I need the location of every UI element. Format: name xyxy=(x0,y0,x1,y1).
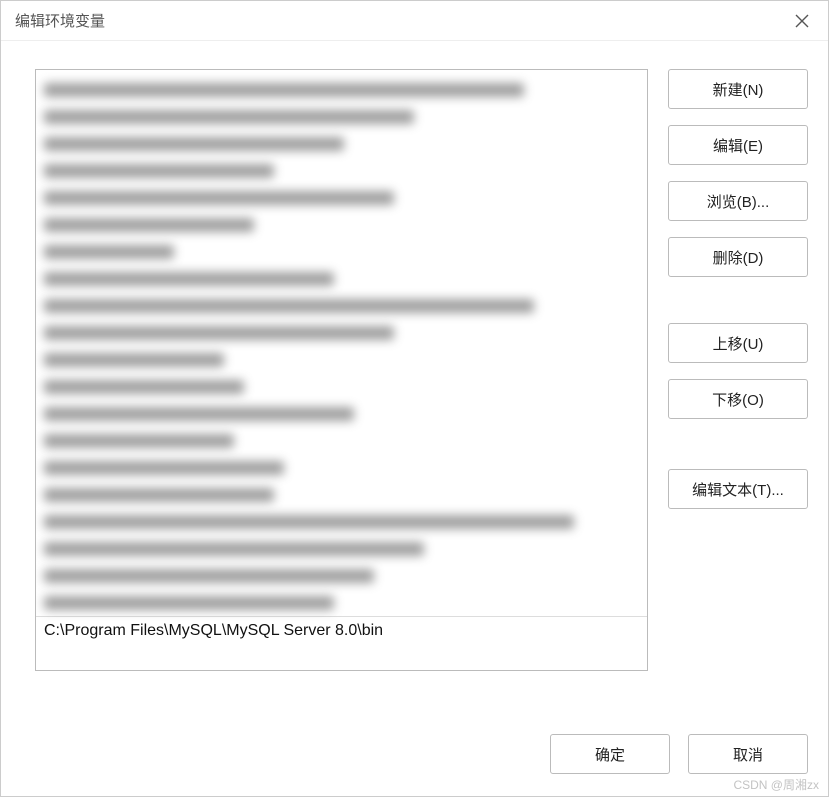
list-item[interactable] xyxy=(44,535,639,562)
cancel-button[interactable]: 取消 xyxy=(688,734,808,774)
dialog-title: 编辑环境变量 xyxy=(15,10,105,31)
blurred-entries xyxy=(36,70,647,616)
edit-text-button[interactable]: 编辑文本(T)... xyxy=(668,469,808,509)
side-button-column: 新建(N) 编辑(E) 浏览(B)... 删除(D) 上移(U) 下移(O) 编… xyxy=(668,69,808,710)
list-item[interactable] xyxy=(44,589,639,616)
browse-button[interactable]: 浏览(B)... xyxy=(668,181,808,221)
list-item[interactable] xyxy=(44,346,639,373)
list-item[interactable]: C:\Program Files\MySQL\MySQL Server 8.0\… xyxy=(36,616,647,644)
move-up-button[interactable]: 上移(U) xyxy=(668,323,808,363)
path-list[interactable]: C:\Program Files\MySQL\MySQL Server 8.0\… xyxy=(35,69,648,671)
list-item[interactable] xyxy=(44,130,639,157)
new-button[interactable]: 新建(N) xyxy=(668,69,808,109)
close-button[interactable] xyxy=(788,7,816,35)
close-icon xyxy=(795,14,809,28)
edit-button[interactable]: 编辑(E) xyxy=(668,125,808,165)
list-item[interactable] xyxy=(44,562,639,589)
list-item[interactable] xyxy=(44,238,639,265)
dialog-body: C:\Program Files\MySQL\MySQL Server 8.0\… xyxy=(1,41,828,724)
titlebar: 编辑环境变量 xyxy=(1,1,828,41)
move-down-button[interactable]: 下移(O) xyxy=(668,379,808,419)
list-item[interactable] xyxy=(44,508,639,535)
list-item[interactable] xyxy=(44,184,639,211)
list-item[interactable] xyxy=(44,373,639,400)
list-item[interactable] xyxy=(44,211,639,238)
list-item[interactable] xyxy=(44,319,639,346)
list-item[interactable] xyxy=(44,454,639,481)
list-item[interactable] xyxy=(44,427,639,454)
dialog-footer: 确定 取消 xyxy=(1,724,828,796)
delete-button[interactable]: 删除(D) xyxy=(668,237,808,277)
list-item[interactable] xyxy=(44,400,639,427)
list-item[interactable] xyxy=(44,103,639,130)
env-var-dialog: 编辑环境变量 C:\Program Files\MySQL\MySQL Serv… xyxy=(0,0,829,797)
list-item[interactable] xyxy=(44,76,639,103)
list-item-text: C:\Program Files\MySQL\MySQL Server 8.0\… xyxy=(44,622,383,640)
list-item[interactable] xyxy=(44,481,639,508)
list-item[interactable] xyxy=(44,265,639,292)
list-item[interactable] xyxy=(44,292,639,319)
ok-button[interactable]: 确定 xyxy=(550,734,670,774)
list-item[interactable] xyxy=(44,157,639,184)
